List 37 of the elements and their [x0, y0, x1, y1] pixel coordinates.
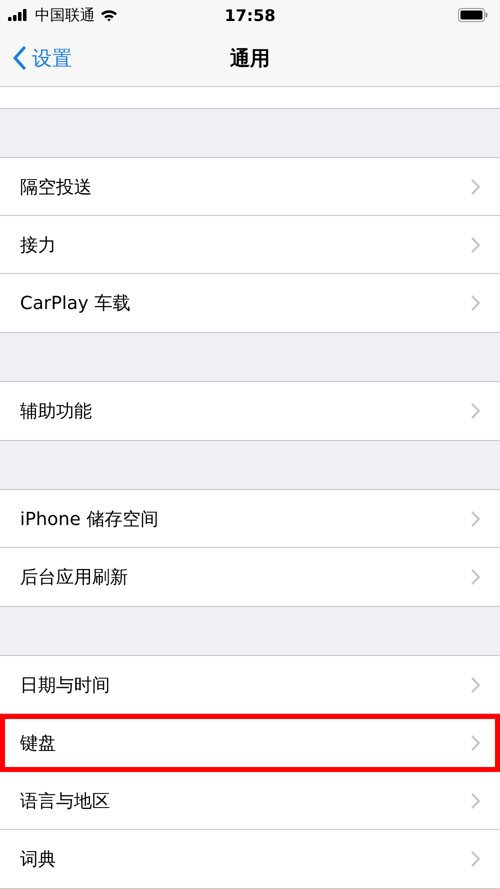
settings-row[interactable]: 隔空投送 [0, 158, 500, 216]
settings-row[interactable]: 语言与地区 [0, 772, 500, 830]
chevron-icon [471, 236, 480, 252]
chevron-icon [471, 792, 480, 808]
row-label: 后台应用刷新 [20, 566, 128, 589]
settings-row[interactable]: 辅助功能 [0, 382, 500, 440]
chevron-icon [471, 295, 480, 311]
chevron-icon [471, 403, 480, 419]
settings-row[interactable]: 后台应用刷新 [0, 548, 500, 606]
chevron-icon [471, 569, 480, 585]
chevron-icon [471, 178, 480, 194]
status-time: 17:58 [224, 6, 276, 24]
wifi-icon [100, 8, 118, 22]
row-label: CarPlay 车载 [20, 292, 130, 315]
row-label: iPhone 储存空间 [20, 508, 158, 530]
row-label: 接力 [20, 234, 56, 256]
row-label: 辅助功能 [20, 400, 92, 423]
chevron-icon [471, 735, 480, 751]
settings-row[interactable]: iPhone 储存空间 [0, 490, 500, 548]
nav-title: 通用 [229, 44, 271, 72]
row-label: 语言与地区 [20, 790, 110, 812]
row-label: 词典 [20, 848, 56, 871]
row-label: 键盘 [20, 732, 56, 755]
back-chevron-icon [12, 46, 26, 70]
chevron-icon [471, 676, 480, 692]
row-label: 隔空投送 [20, 176, 92, 198]
settings-row[interactable]: 接力 [0, 216, 500, 274]
carrier-name: 中国联通 [35, 6, 95, 24]
settings-row[interactable]: 词典 [0, 830, 500, 888]
row-label: 日期与时间 [20, 674, 110, 696]
chevron-icon [471, 851, 480, 867]
back-button[interactable]: 设置 [0, 44, 72, 72]
battery-icon [458, 8, 488, 22]
settings-row[interactable]: 键盘 [0, 714, 500, 772]
chevron-icon [471, 510, 480, 526]
settings-row[interactable]: 日期与时间 [0, 656, 500, 714]
settings-row[interactable]: CarPlay 车载 [0, 274, 500, 332]
